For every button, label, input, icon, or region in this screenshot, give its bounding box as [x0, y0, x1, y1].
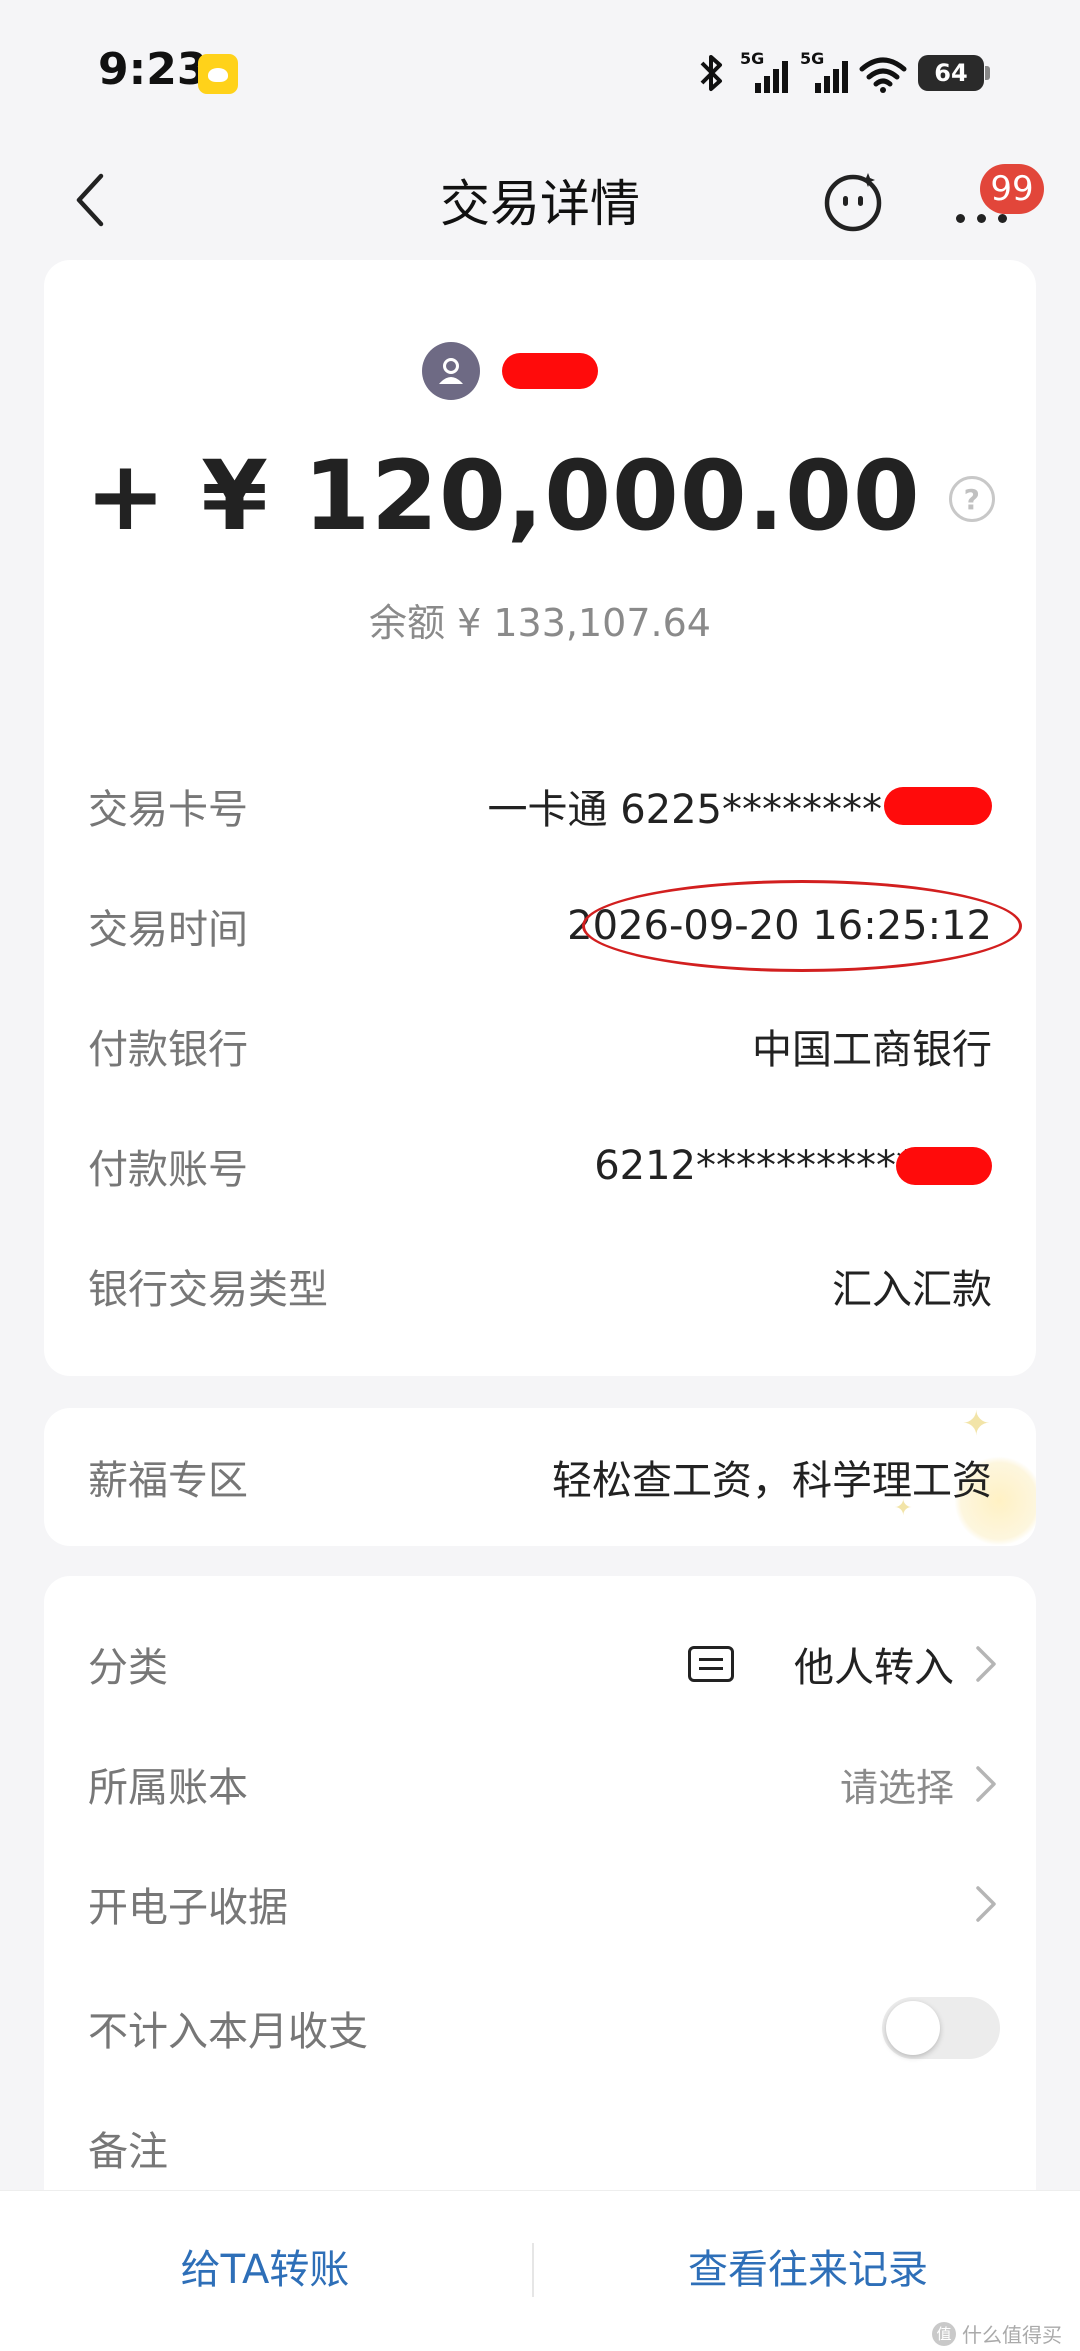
exclude-monthly-row: 不计入本月收支 — [88, 1988, 1000, 2068]
ledger-row[interactable]: 所属账本 请选择 — [88, 1744, 1000, 1824]
status-time: 9:23 — [98, 44, 208, 95]
category-value: 他人转入 — [794, 1645, 954, 1691]
exclude-monthly-toggle[interactable] — [882, 1997, 1000, 2059]
detail-value: 汇入汇款 — [832, 1267, 992, 1313]
e-receipt-value-group — [970, 1882, 1000, 1926]
transfer-to-payer-button[interactable]: 给TA转账 — [0, 2221, 530, 2311]
bluetooth-icon — [700, 55, 722, 91]
salary-zone-card[interactable]: ✦ ✦ 薪福专区 轻松查工资，科学理工资 — [44, 1408, 1036, 1546]
watermark-logo: 值 — [932, 2321, 956, 2346]
detail-label: 银行交易类型 — [88, 1267, 328, 1313]
category-value-group: 他人转入 — [688, 1635, 1000, 1693]
annotation-circle — [582, 880, 1022, 972]
notification-app-icon — [198, 54, 238, 94]
customer-service-button[interactable] — [818, 166, 888, 236]
salary-row: 薪福专区 轻松查工资，科学理工资 — [88, 1437, 992, 1517]
ledger-label: 所属账本 — [88, 1765, 248, 1811]
toggle-knob — [886, 2001, 940, 2055]
redacted-card-suffix — [884, 787, 992, 825]
watermark-text: 什么值得买 — [962, 2323, 1062, 2347]
more-menu-button[interactable]: 99 — [950, 164, 1044, 240]
e-receipt-row[interactable]: 开电子收据 — [88, 1864, 1000, 1944]
more-dots-icon — [956, 214, 1007, 223]
status-bar: 9:23 5G 5G 64 — [0, 0, 1080, 140]
watermark: 值 什么值得买 — [932, 2319, 1062, 2348]
salary-value: 轻松查工资，科学理工资 — [552, 1458, 992, 1504]
note-row[interactable]: 备注 — [88, 2108, 1000, 2188]
detail-label: 付款银行 — [88, 1027, 248, 1073]
nav-bar: 交易详情 99 — [0, 140, 1080, 260]
salary-label: 薪福专区 — [88, 1458, 248, 1504]
chevron-right-icon — [976, 1646, 996, 1682]
payer-info — [44, 342, 1036, 400]
chevron-right-icon — [976, 1766, 996, 1802]
balance-text: 余额 ¥ 133,107.64 — [369, 601, 711, 645]
detail-label: 交易卡号 — [88, 787, 248, 833]
ledger-value-group: 请选择 — [840, 1757, 1000, 1812]
account-number-text: 6212*********** — [594, 1143, 916, 1189]
amount-row: + ¥ 120,000.00 ? — [44, 440, 1036, 552]
card-number-text: 一卡通 6225******** — [487, 787, 882, 833]
detail-label: 交易时间 — [88, 907, 248, 953]
transaction-card: + ¥ 120,000.00 ? 余额 ¥ 133,107.64 交易卡号 一卡… — [44, 260, 1036, 1376]
ledger-placeholder: 请选择 — [839, 1765, 954, 1810]
signal-icon: 5G — [798, 49, 848, 95]
signal-icon: 5G — [738, 49, 788, 95]
smiley-icon — [824, 173, 882, 232]
category-label: 分类 — [88, 1645, 168, 1691]
category-row[interactable]: 分类 他人转入 — [88, 1624, 1000, 1704]
detail-row-payer-account: 付款账号 6212*********** — [88, 1126, 992, 1206]
divider — [532, 2243, 534, 2297]
transaction-amount: + ¥ 120,000.00 — [85, 440, 921, 552]
redacted-payer-name — [502, 353, 598, 389]
page-title: 交易详情 — [440, 175, 640, 233]
transfer-category-icon — [688, 1646, 734, 1682]
detail-value: 中国工商银行 — [752, 1027, 992, 1073]
detail-row-transaction-type: 银行交易类型 汇入汇款 — [88, 1246, 992, 1326]
redacted-account-suffix — [896, 1147, 992, 1185]
avatar — [422, 342, 480, 400]
view-history-button[interactable]: 查看往来记录 — [536, 2221, 1080, 2311]
note-label: 备注 — [88, 2129, 168, 2175]
question-icon[interactable]: ? — [948, 476, 995, 522]
exclude-monthly-label: 不计入本月收支 — [88, 2009, 368, 2055]
message-count-badge: 99 — [980, 164, 1044, 214]
detail-row-payer-bank: 付款银行 中国工商银行 — [88, 1006, 992, 1086]
detail-value: 6212*********** — [594, 1143, 992, 1189]
battery-icon: 64 — [918, 55, 990, 91]
user-icon — [439, 358, 463, 384]
detail-row-card-number: 交易卡号 一卡通 6225******** — [88, 766, 992, 846]
detail-value: 一卡通 6225******** — [487, 777, 992, 835]
chevron-right-icon — [976, 1886, 996, 1922]
detail-label: 付款账号 — [88, 1147, 248, 1193]
bottom-action-bar: 给TA转账 查看往来记录 值 什么值得买 — [0, 2190, 1080, 2351]
e-receipt-label: 开电子收据 — [88, 1885, 288, 1931]
wifi-icon — [859, 57, 907, 93]
status-icons: 5G 5G 64 — [694, 48, 990, 98]
